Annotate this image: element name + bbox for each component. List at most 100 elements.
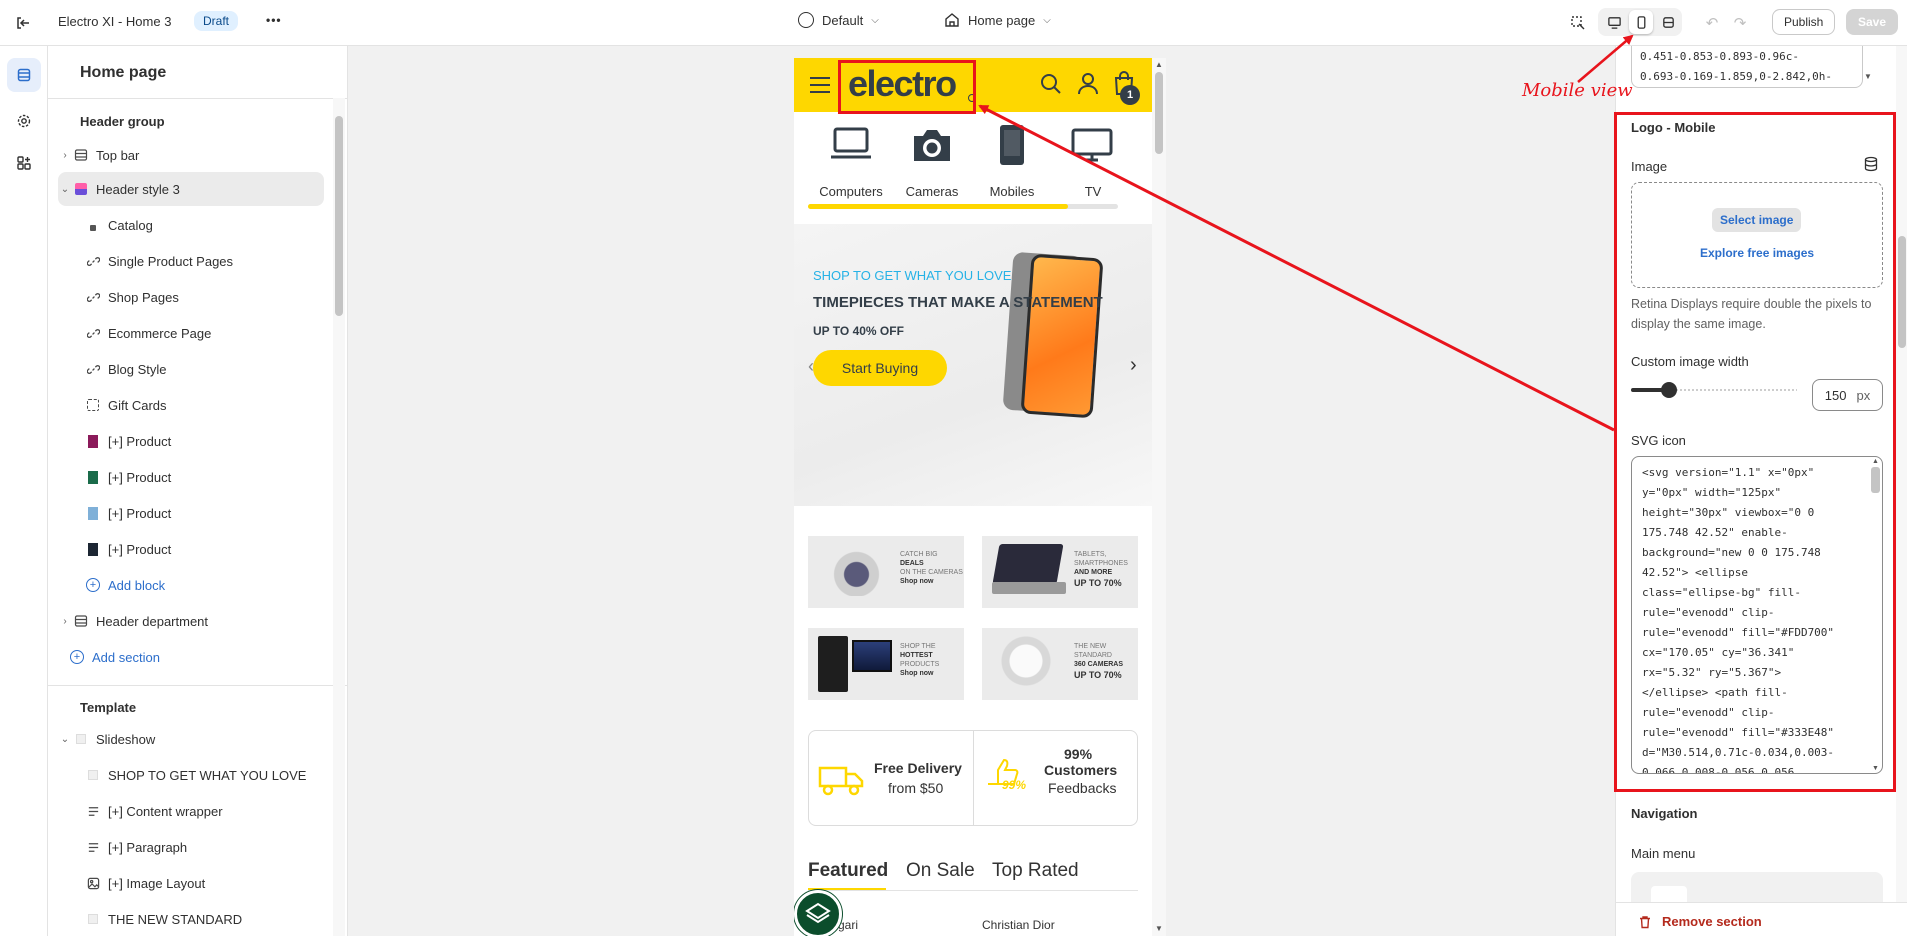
- scroll-down-icon[interactable]: ▼: [1152, 922, 1166, 936]
- sections-icon[interactable]: [7, 58, 41, 92]
- exit-icon[interactable]: [12, 12, 34, 34]
- start-buying-button[interactable]: Start Buying: [813, 350, 947, 386]
- hero-phone-image: [1020, 253, 1104, 419]
- category-scrollbar[interactable]: [808, 204, 1118, 209]
- block-single-product-pages[interactable]: Single Product Pages: [84, 244, 324, 278]
- tree-label: Header department: [96, 613, 209, 629]
- desktop-view-icon[interactable]: [1602, 10, 1626, 34]
- block-catalog[interactable]: Catalog: [84, 208, 324, 242]
- chevron-right-icon[interactable]: ›: [58, 616, 72, 627]
- more-actions-button[interactable]: •••: [266, 13, 282, 27]
- camera-icon[interactable]: [911, 126, 953, 167]
- customers-title: Customers: [1044, 762, 1118, 778]
- slideshow-thumbnail-icon: [72, 730, 90, 748]
- laptop-icon[interactable]: [830, 126, 872, 165]
- mobile-view-icon[interactable]: [1629, 10, 1653, 34]
- block-blog-style[interactable]: Blog Style: [84, 352, 324, 386]
- promo-tile[interactable]: CATCH BIG DEALS ON THE CAMERAS Shop now: [808, 536, 964, 608]
- theme-select[interactable]: Default ⌵: [798, 12, 879, 28]
- scrollbar-thumb[interactable]: [1898, 236, 1906, 348]
- block-product[interactable]: [+] Product: [84, 496, 324, 530]
- header-thumbnail-icon: [72, 180, 90, 198]
- scroll-up-icon[interactable]: ▲: [1152, 58, 1166, 72]
- chevron-down-icon[interactable]: ⌄: [58, 184, 72, 195]
- code-scroll-down-icon[interactable]: ▼: [1864, 72, 1872, 81]
- search-icon[interactable]: [1039, 72, 1063, 99]
- promo-text: THE NEW STANDARD 360 CAMERAS UP TO 70%: [1074, 642, 1138, 681]
- block-image-layout[interactable]: [+] Image Layout: [84, 866, 324, 900]
- tree-label: Catalog: [108, 217, 153, 233]
- block-product[interactable]: [+] Product: [84, 424, 324, 458]
- settings-scrollbar[interactable]: [1896, 46, 1907, 902]
- customers-subtitle: Feedbacks: [1048, 780, 1117, 796]
- preview-scrollbar[interactable]: ▲ ▼: [1152, 58, 1166, 936]
- promo-tile[interactable]: TABLETS, SMARTPHONES AND MORE UP TO 70%: [982, 536, 1138, 608]
- remove-section-button[interactable]: Remove section: [1638, 914, 1762, 929]
- category-scroll-thumb[interactable]: [808, 204, 1068, 209]
- tab-on-sale[interactable]: On Sale: [906, 860, 975, 882]
- product-name[interactable]: Christian Dior: [982, 918, 1055, 932]
- publish-button[interactable]: Publish: [1772, 9, 1836, 35]
- page-select[interactable]: Home page ⌵: [944, 12, 1051, 28]
- block-paragraph[interactable]: [+] Paragraph: [84, 830, 324, 864]
- chevron-right-icon[interactable]: ›: [58, 150, 72, 161]
- customers-percent: 99%: [1064, 746, 1093, 762]
- tab-top-rated[interactable]: Top Rated: [992, 860, 1079, 882]
- palette-icon: [798, 12, 814, 28]
- hero-next-arrow-icon[interactable]: ›: [1130, 354, 1137, 377]
- section-header-department[interactable]: › Header department: [58, 604, 324, 638]
- promo-line: PRODUCTS: [900, 661, 940, 668]
- category-label[interactable]: TV: [1058, 184, 1128, 199]
- block-product[interactable]: [+] Product: [84, 532, 324, 566]
- apps-icon[interactable]: [7, 146, 41, 180]
- section-top-bar[interactable]: › Top bar: [58, 138, 324, 172]
- layout-icon: [72, 612, 90, 630]
- product-thumbnail-icon: [84, 540, 102, 558]
- tree-label: Add section: [92, 649, 160, 665]
- block-ecommerce-page[interactable]: Ecommerce Page: [84, 316, 324, 350]
- text-lines-icon: [84, 838, 102, 856]
- category-label[interactable]: Computers: [816, 184, 886, 199]
- section-slideshow[interactable]: ⌄ Slideshow: [58, 722, 324, 756]
- settings-gear-icon[interactable]: [7, 104, 41, 138]
- hamburger-menu-icon[interactable]: [810, 77, 830, 93]
- remove-section-label: Remove section: [1662, 914, 1762, 929]
- account-icon[interactable]: [1076, 71, 1100, 98]
- block-product[interactable]: [+] Product: [84, 460, 324, 494]
- tv-icon[interactable]: [1071, 128, 1113, 165]
- add-section-button[interactable]: + Add section: [68, 640, 334, 674]
- undo-icon[interactable]: ↶: [1700, 11, 1724, 35]
- save-button[interactable]: Save: [1846, 9, 1899, 35]
- block-slide[interactable]: THE NEW STANDARD: [84, 902, 324, 936]
- layout-icon: [72, 146, 90, 164]
- plus-circle-icon: +: [68, 648, 86, 666]
- category-label[interactable]: Cameras: [897, 184, 967, 199]
- promo-line: ON THE CAMERAS: [900, 569, 963, 576]
- inspector-icon[interactable]: [1566, 11, 1590, 35]
- template-label: Template: [80, 700, 137, 715]
- block-gift-cards[interactable]: Gift Cards: [84, 388, 324, 422]
- add-block-button[interactable]: + Add block: [84, 568, 324, 602]
- store-badge-icon[interactable]: [794, 890, 842, 936]
- promo-tile[interactable]: THE NEW STANDARD 360 CAMERAS UP TO 70%: [982, 628, 1138, 700]
- block-shop-pages[interactable]: Shop Pages: [84, 280, 324, 314]
- tree-label: [+] Product: [108, 433, 172, 449]
- hero-prev-arrow-icon[interactable]: ‹: [808, 356, 814, 377]
- redo-icon[interactable]: ↷: [1728, 11, 1752, 35]
- code-field-top[interactable]: 0.451-0.853-0.893-0.96c- 0.693-0.169-1.8…: [1631, 46, 1863, 88]
- status-badge: Draft: [194, 11, 239, 31]
- tab-featured[interactable]: Featured: [808, 860, 888, 882]
- scrollbar-thumb[interactable]: [335, 116, 343, 316]
- chevron-down-icon[interactable]: ⌄: [58, 734, 72, 745]
- promo-tile[interactable]: SHOP THE HOTTEST PRODUCTS Shop now: [808, 628, 964, 700]
- mobile-preview-frame: electro 1 Computers Cameras Mobiles TV S…: [794, 58, 1152, 936]
- home-icon: [945, 13, 959, 27]
- block-content-wrapper[interactable]: [+] Content wrapper: [84, 794, 324, 828]
- category-label[interactable]: Mobiles: [977, 184, 1047, 199]
- block-slide[interactable]: SHOP TO GET WHAT YOU LOVE: [84, 758, 324, 792]
- panel-scrollbar[interactable]: [333, 98, 345, 936]
- scrollbar-thumb[interactable]: [1155, 72, 1163, 154]
- fullscreen-view-icon[interactable]: [1656, 10, 1680, 34]
- section-header-style-3[interactable]: ⌄ Header style 3: [58, 172, 324, 206]
- mobile-phone-icon[interactable]: [998, 124, 1026, 169]
